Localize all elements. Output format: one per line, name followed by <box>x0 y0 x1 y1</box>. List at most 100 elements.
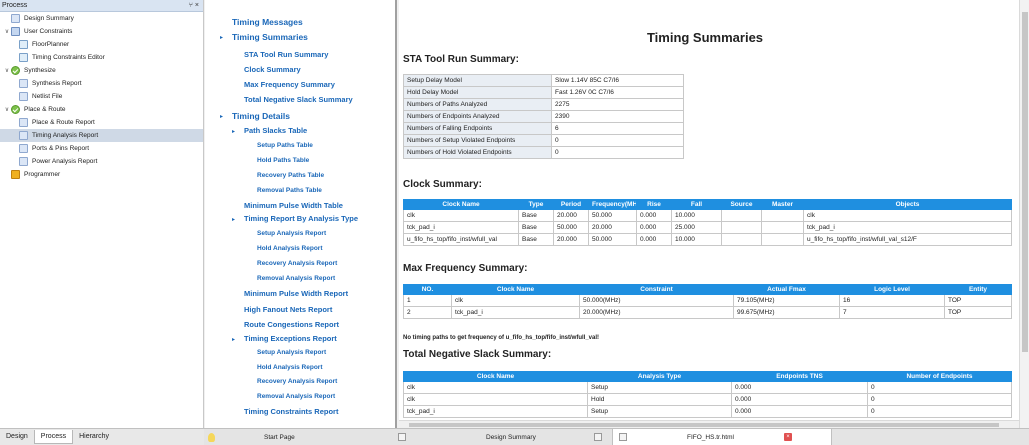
table-cell: 7 <box>839 306 945 319</box>
document-icon <box>19 157 28 166</box>
tree-item-netlist-file[interactable]: Netlist File <box>0 90 203 103</box>
row-value: 6 <box>551 122 684 135</box>
column-header: Source <box>721 199 762 210</box>
table-cell: u_fifo_hs_top/fifo_inst/wfull_val_s12/F <box>803 233 1012 246</box>
tree-item-label: Design Summary <box>24 15 74 22</box>
document-icon <box>19 92 28 101</box>
nav-total-negative-slack-summary[interactable]: Total Negative Slack Summary <box>244 95 353 104</box>
nav-path-slacks-table[interactable]: Path Slacks Table <box>244 126 307 135</box>
chevron-down-icon[interactable]: ∨ <box>3 67 11 74</box>
nav-recovery-analysis-report[interactable]: Recovery Analysis Report <box>257 378 337 385</box>
row-value: Fast 1.26V 0C C7/I6 <box>551 86 684 99</box>
nav-timing-messages[interactable]: Timing Messages <box>232 17 303 27</box>
column-header: Clock Name <box>403 371 588 382</box>
nav-removal-analysis-report[interactable]: Removal Analysis Report <box>257 275 335 282</box>
nav-timing-details[interactable]: Timing Details <box>232 111 290 121</box>
nav-minimum-pulse-width-table[interactable]: Minimum Pulse Width Table <box>244 201 343 210</box>
table-cell: clk <box>403 209 519 222</box>
panel-float-close-icon[interactable]: ⑂ × <box>189 2 199 9</box>
process-panel-header: Process ⑂ × <box>0 0 203 12</box>
tree-item-timing-analysis-report[interactable]: Timing Analysis Report <box>0 129 203 142</box>
table-row: clk Setup 0.000 0 <box>403 381 1012 394</box>
table-cell: 0.000 <box>636 209 672 222</box>
max-frequency-table: NO. Clock Name Constraint Actual Fmax Logic … <box>403 284 1012 319</box>
tab-process[interactable]: Process <box>33 430 74 444</box>
row-key: Numbers of Setup Violated Endpoints <box>403 134 552 147</box>
row-value: 2275 <box>551 98 684 111</box>
nav-removal-paths-table[interactable]: Removal Paths Table <box>257 187 322 194</box>
nav-recovery-paths-table[interactable]: Recovery Paths Table <box>257 172 324 179</box>
row-value: 0 <box>551 146 684 159</box>
sta-summary-table: Setup Delay Model Slow 1.14V 85C C7/I6 Hol… <box>403 74 684 159</box>
nav-timing-report-by-analysis-type[interactable]: Timing Report By Analysis Type <box>244 214 358 223</box>
chevron-down-icon[interactable]: ∨ <box>3 106 11 113</box>
nav-timing-exceptions-report[interactable]: Timing Exceptions Report <box>244 334 337 343</box>
tree-item-power-analysis-report[interactable]: Power Analysis Report <box>0 155 203 168</box>
tree-item-label: FloorPlanner <box>32 41 70 48</box>
vertical-scrollbar[interactable] <box>1019 0 1029 428</box>
nav-hold-analysis-report[interactable]: Hold Analysis Report <box>257 364 323 371</box>
tree-item-place-route-report[interactable]: Place & Route Report <box>0 116 203 129</box>
nav-max-frequency-summary[interactable]: Max Frequency Summary <box>244 80 335 89</box>
tree-item-timing-constraints-editor[interactable]: Timing Constraints Editor <box>0 51 203 64</box>
chevron-down-icon[interactable]: ∨ <box>3 28 11 35</box>
tree-item-label: Place & Route <box>24 106 66 113</box>
row-key: Numbers of Endpoints Analyzed <box>403 110 552 123</box>
tree-item-design-summary[interactable]: Design Summary <box>0 12 203 25</box>
tree-item-place-route[interactable]: ∨ Place & Route <box>0 103 203 116</box>
scrollbar-thumb[interactable] <box>1022 12 1028 352</box>
row-key: Hold Delay Model <box>403 86 552 99</box>
table-cell: 20.000 <box>553 209 589 222</box>
nav-minimum-pulse-width-report[interactable]: Minimum Pulse Width Report <box>244 289 348 298</box>
tree-item-ports-pins-report[interactable]: Ports & Pins Report <box>0 142 203 155</box>
table-cell: 50.000 <box>588 209 637 222</box>
tab-fifo-hs-tr-html[interactable]: FIFO_HS.tr.html × <box>612 429 832 445</box>
success-check-icon <box>11 66 20 75</box>
html-file-icon <box>619 433 627 441</box>
tree-item-synthesize[interactable]: ∨ Synthesize <box>0 64 203 77</box>
horizontal-scrollbar[interactable] <box>399 420 1019 428</box>
table-cell: TOP <box>944 294 1012 307</box>
tree-item-user-constraints[interactable]: ∨ User Constraints <box>0 25 203 38</box>
expand-arrow-icon[interactable]: ▸ <box>232 216 235 223</box>
tab-start-page[interactable]: Start Page <box>264 429 295 445</box>
nav-setup-analysis-report[interactable]: Setup Analysis Report <box>257 230 326 237</box>
nav-setup-paths-table[interactable]: Setup Paths Table <box>257 142 313 149</box>
table-row: Numbers of Setup Violated Endpoints 0 <box>403 134 684 147</box>
tab-design-summary[interactable]: Design Summary <box>486 429 536 445</box>
nav-clock-summary[interactable]: Clock Summary <box>244 65 301 74</box>
table-cell: tck_pad_i <box>403 221 519 234</box>
nav-sta-tool-run-summary[interactable]: STA Tool Run Summary <box>244 50 328 59</box>
tips-tab[interactable] <box>208 429 224 445</box>
close-tab-icon[interactable]: × <box>783 433 792 441</box>
tab-hierarchy[interactable]: Hierarchy <box>73 430 115 444</box>
tree-item-synthesis-report[interactable]: Synthesis Report <box>0 77 203 90</box>
expand-arrow-icon[interactable]: ▸ <box>232 128 235 135</box>
column-header: Fall <box>671 199 722 210</box>
expand-arrow-icon[interactable]: ▸ <box>232 336 235 343</box>
nav-setup-analysis-report[interactable]: Setup Analysis Report <box>257 349 326 356</box>
tree-item-programmer[interactable]: Programmer <box>0 168 203 181</box>
tab-design[interactable]: Design <box>0 430 34 444</box>
max-frequency-note: No timing paths to get frequency of u_fi… <box>403 335 600 341</box>
table-cell: Base <box>518 221 554 234</box>
nav-hold-analysis-report[interactable]: Hold Analysis Report <box>257 245 323 252</box>
column-header: Rise <box>636 199 672 210</box>
nav-removal-analysis-report[interactable]: Removal Analysis Report <box>257 393 335 400</box>
table-cell: 20.000 <box>588 221 637 234</box>
expand-arrow-icon[interactable]: ▸ <box>220 34 223 41</box>
table-cell: 0.000 <box>636 233 672 246</box>
scrollbar-thumb[interactable] <box>409 423 999 427</box>
nav-recovery-analysis-report[interactable]: Recovery Analysis Report <box>257 260 337 267</box>
row-value: Slow 1.14V 85C C7/I6 <box>551 74 684 87</box>
nav-timing-constraints-report[interactable]: Timing Constraints Report <box>244 407 338 416</box>
expand-arrow-icon[interactable]: ▸ <box>220 113 223 120</box>
nav-hold-paths-table[interactable]: Hold Paths Table <box>257 157 309 164</box>
table-row: tck_pad_i Setup 0.000 0 <box>403 405 1012 418</box>
tree-item-floorplanner[interactable]: FloorPlanner <box>0 38 203 51</box>
nav-route-congestions-report[interactable]: Route Congestions Report <box>244 320 339 329</box>
table-cell <box>761 209 804 222</box>
nav-high-fanout-nets-report[interactable]: High Fanout Nets Report <box>244 305 332 314</box>
nav-timing-summaries[interactable]: Timing Summaries <box>232 32 308 42</box>
column-header: Frequency(MHz) <box>588 199 637 210</box>
